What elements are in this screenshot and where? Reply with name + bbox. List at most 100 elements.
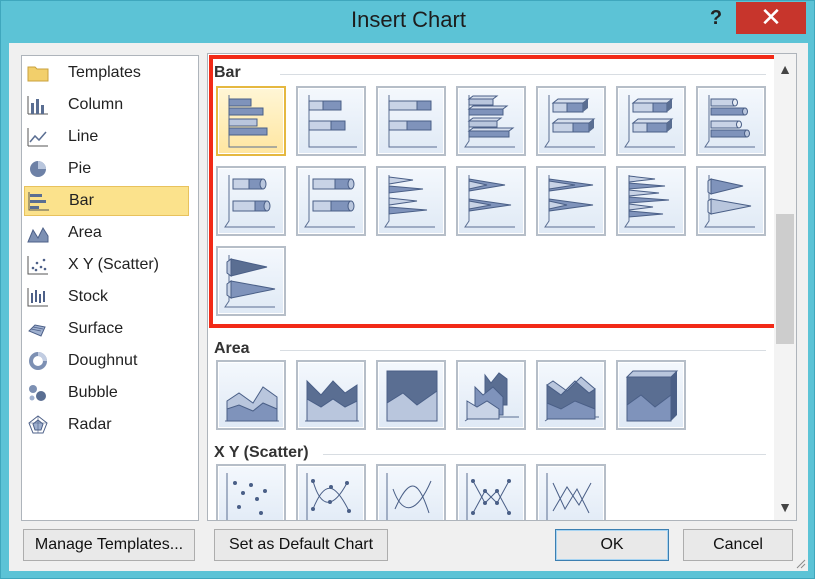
scroll-up-arrow-icon[interactable]: ▲	[774, 58, 796, 80]
chart-subtype-100-stacked-horizontal-cylinder[interactable]	[296, 166, 366, 236]
sidebar-item-surface[interactable]: Surface	[24, 314, 189, 344]
stacked-cone-bar-icon	[464, 175, 515, 228]
chart-subtype-clustered-horizontal-cylinder[interactable]	[696, 86, 766, 156]
3d-area-icon	[464, 372, 519, 422]
3d-percent-stacked-area-icon	[625, 370, 679, 422]
scatter-markers-icon	[226, 473, 267, 520]
scroll-down-arrow-icon[interactable]: ▼	[774, 496, 796, 518]
chart-subtype-3d-horizontal-cone-grouped[interactable]	[616, 166, 686, 236]
chart-subtype-3d-area[interactable]	[456, 360, 526, 430]
chart-subtype-stacked-horizontal-cylinder[interactable]	[216, 166, 286, 236]
3d-pyramid-bar-icon	[224, 255, 276, 308]
sidebar-item-line[interactable]: Line	[24, 122, 189, 152]
sidebar-item-pie[interactable]: Pie	[24, 154, 189, 184]
chart-subtype-scatter-smooth[interactable]	[376, 464, 446, 520]
percent-stacked-cone-bar-icon	[544, 175, 595, 228]
chart-subtype-stacked-horizontal-cone[interactable]	[456, 166, 526, 236]
chart-subtype-stacked-bar[interactable]	[296, 86, 366, 156]
chart-subtype-3d-clustered-bar[interactable]	[456, 86, 526, 156]
help-button[interactable]: ?	[701, 3, 731, 33]
sidebar-item-bar[interactable]: Bar	[24, 186, 189, 216]
section-title-bar: Bar	[214, 64, 241, 81]
gallery-scrollbar[interactable]: ▲ ▼	[774, 54, 796, 520]
stacked-area-icon	[305, 379, 359, 422]
3d-clustered-bar-icon	[464, 95, 515, 148]
chart-subtype-100-stacked-bar[interactable]	[376, 86, 446, 156]
chart-subtype-3d-100-stacked-area[interactable]	[616, 360, 686, 430]
3d-stacked-bar-icon	[544, 95, 596, 148]
chart-subtype-scatter-smooth-markers[interactable]	[296, 464, 366, 520]
sidebar-item-column[interactable]: Column	[24, 90, 189, 120]
sidebar-item-label: Stock	[68, 288, 109, 305]
sidebar-item-label: X Y (Scatter)	[68, 256, 159, 273]
chart-subtype-clustered-horizontal-cone[interactable]	[376, 166, 446, 236]
dialog-title: Insert Chart	[351, 7, 466, 32]
chart-subtype-area[interactable]	[216, 360, 286, 430]
stacked-bar-icon	[308, 95, 357, 148]
section-title-area: Area	[214, 340, 250, 357]
manage-templates-button[interactable]: Manage Templates...	[23, 529, 195, 561]
sidebar-item-label: Radar	[68, 416, 112, 433]
sidebar-item-stock[interactable]: Stock	[24, 282, 189, 312]
scroll-thumb[interactable]	[776, 214, 794, 344]
sidebar-item-label: Bubble	[68, 384, 118, 401]
scatter-smooth-icon	[386, 473, 432, 520]
column-chart-icon	[27, 94, 49, 116]
chart-subtype-scatter-straight[interactable]	[536, 464, 606, 520]
pie-chart-icon	[27, 158, 49, 180]
ok-button[interactable]: OK	[555, 529, 669, 561]
sidebar-item-label: Bar	[69, 192, 94, 209]
chart-subtype-scatter-markers[interactable]	[216, 464, 286, 520]
chart-subtype-scatter-straight-markers[interactable]	[456, 464, 526, 520]
sidebar-item-label: Column	[68, 96, 124, 113]
chart-subtype-3d-horizontal-pyramid[interactable]	[216, 246, 286, 316]
3d-cone-bar-icon	[624, 175, 675, 228]
chart-subtype-100-stacked-horizontal-cone[interactable]	[536, 166, 606, 236]
chart-subtype-3d-stacked-area[interactable]	[536, 360, 606, 430]
bar-chart-icon	[28, 190, 50, 212]
sidebar-item-area[interactable]: Area	[24, 218, 189, 248]
doughnut-chart-icon	[27, 350, 49, 372]
3d-percent-stacked-bar-icon	[624, 95, 675, 148]
section-divider	[280, 74, 766, 75]
chart-subtype-stacked-area[interactable]	[296, 360, 366, 430]
scatter-straight-icon	[546, 473, 592, 520]
stock-chart-icon	[27, 286, 49, 308]
resize-grip-icon[interactable]	[794, 557, 806, 569]
chart-subtype-100-stacked-area[interactable]	[376, 360, 446, 430]
sidebar-item-bubble[interactable]: Bubble	[24, 378, 189, 408]
clustered-bar-icon	[228, 95, 277, 148]
chart-type-list: Templates Column Line Pie Bar Area X Y (…	[21, 55, 199, 521]
pyramid-bar-icon	[704, 175, 755, 228]
area-icon	[225, 386, 279, 422]
sidebar-item-label: Area	[68, 224, 102, 241]
sidebar-item-label: Line	[68, 128, 99, 145]
set-as-default-chart-button[interactable]: Set as Default Chart	[214, 529, 388, 561]
radar-chart-icon	[27, 414, 49, 436]
title-bar: Insert Chart ? ✕	[1, 1, 815, 43]
section-title-scatter: X Y (Scatter)	[214, 444, 309, 461]
sidebar-item-radar[interactable]: Radar	[24, 410, 189, 440]
section-divider	[280, 350, 766, 351]
line-chart-icon	[27, 126, 49, 148]
close-button[interactable]: ✕	[736, 2, 806, 34]
stacked-cylinder-bar-icon	[224, 175, 275, 228]
surface-chart-icon	[27, 318, 49, 340]
scatter-chart-icon	[27, 254, 49, 276]
cancel-button[interactable]: Cancel	[683, 529, 793, 561]
area-chart-icon	[27, 222, 49, 244]
chart-subtype-clustered-bar[interactable]	[216, 86, 286, 156]
sidebar-item-label: Pie	[68, 160, 92, 177]
dialog-body: Templates Column Line Pie Bar Area X Y (…	[9, 43, 808, 571]
chart-subtype-3d-100-stacked-bar[interactable]	[616, 86, 686, 156]
section-divider	[323, 454, 766, 455]
chart-subtype-3d-stacked-bar[interactable]	[536, 86, 606, 156]
sidebar-item-scatter[interactable]: X Y (Scatter)	[24, 250, 189, 280]
percent-stacked-cylinder-bar-icon	[304, 175, 355, 228]
cylinder-bar-icon	[704, 95, 755, 148]
sidebar-item-doughnut[interactable]: Doughnut	[24, 346, 189, 376]
chart-subtype-horizontal-pyramid[interactable]	[696, 166, 766, 236]
percent-stacked-area-icon	[386, 370, 438, 422]
sidebar-item-templates[interactable]: Templates	[24, 58, 189, 88]
sidebar-item-label: Surface	[68, 320, 124, 337]
